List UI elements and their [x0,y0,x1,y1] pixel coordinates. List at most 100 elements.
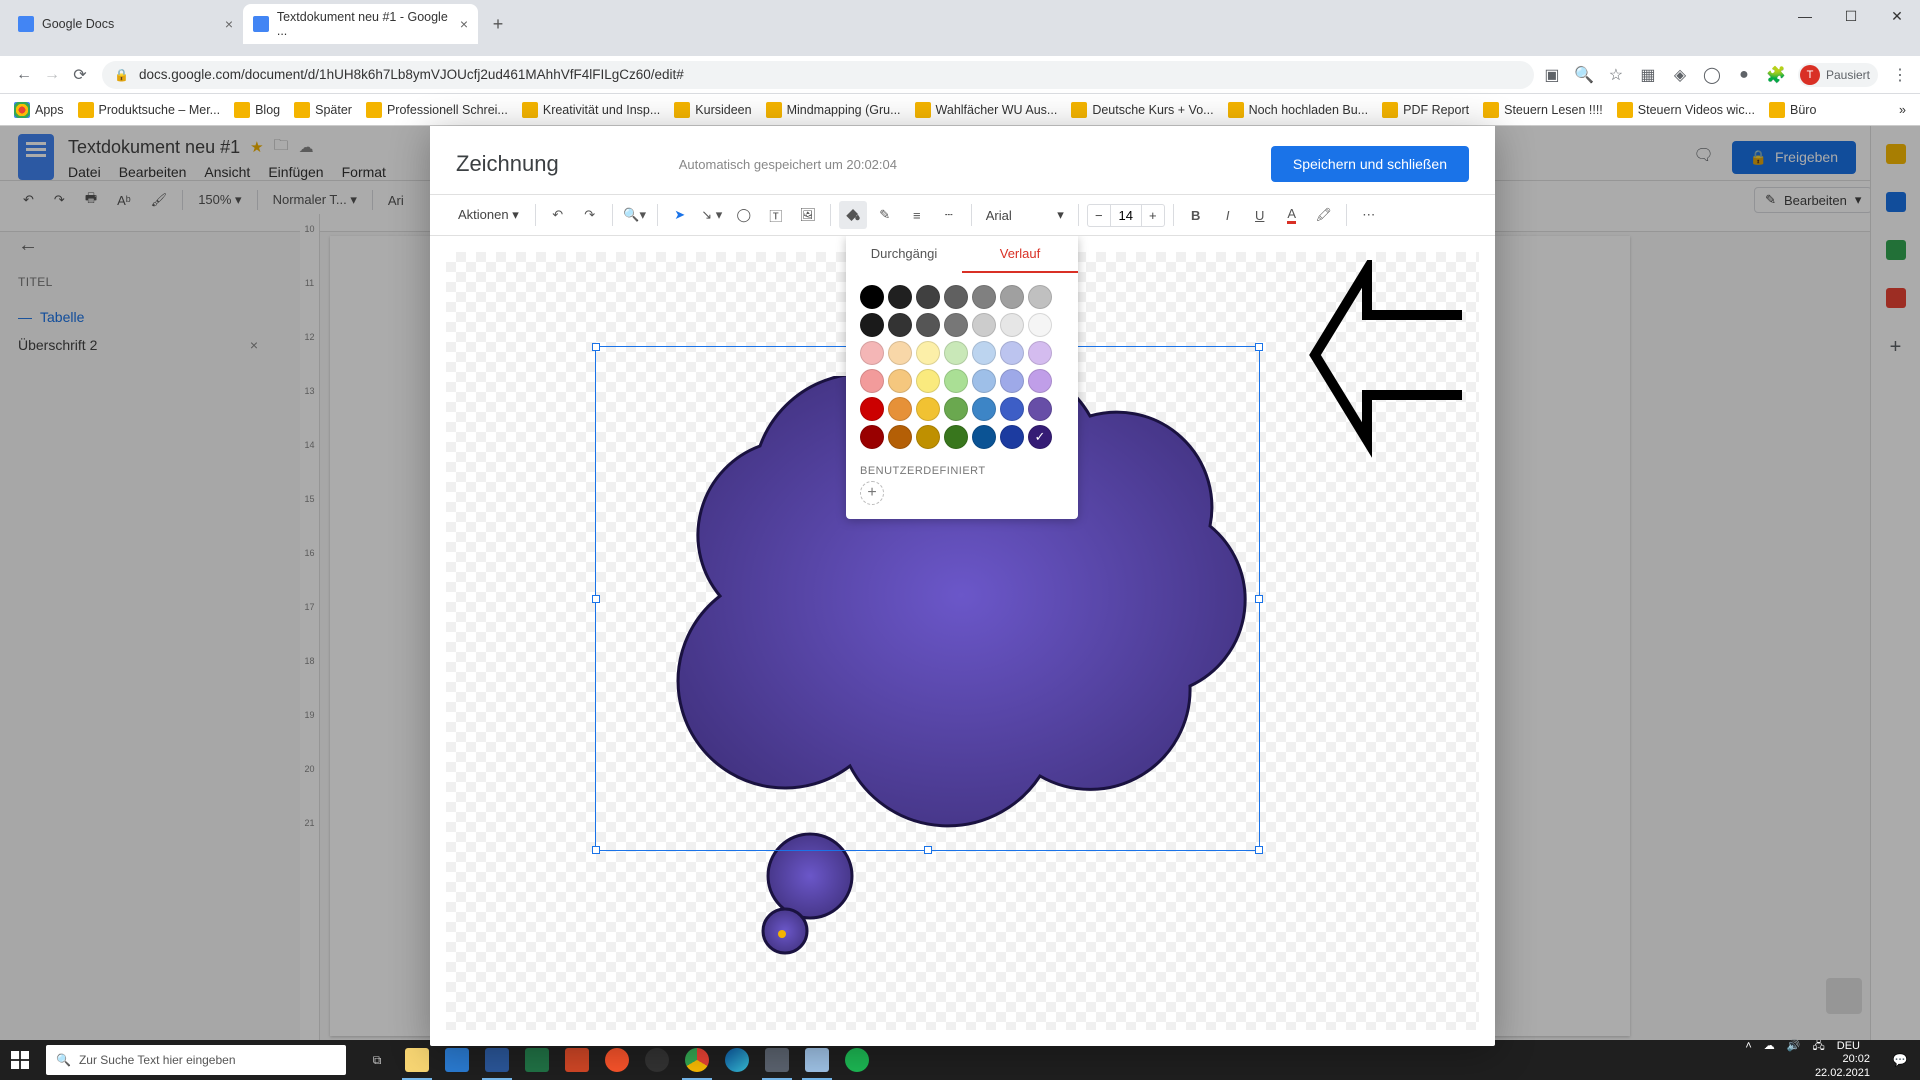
tab-solid[interactable]: Durchgängi [846,236,962,273]
color-swatch[interactable] [916,313,940,337]
color-swatch[interactable] [860,313,884,337]
color-swatch[interactable] [1028,425,1052,449]
resize-handle[interactable] [1255,343,1263,351]
bookmark-item[interactable]: Wahlfächer WU Aus... [915,102,1058,118]
increase-font-icon[interactable]: + [1142,208,1164,223]
font-size-input[interactable] [1110,205,1142,226]
bookmark-item[interactable]: Mindmapping (Gru... [766,102,901,118]
color-swatch[interactable] [860,397,884,421]
zoom-icon[interactable]: 🔍▾ [621,201,649,229]
color-swatch[interactable] [916,341,940,365]
resize-handle[interactable] [592,595,600,603]
color-swatch[interactable] [1000,369,1024,393]
resize-handle[interactable] [1255,846,1263,854]
extensions-puzzle-icon[interactable]: 🧩 [1766,65,1786,85]
color-swatch[interactable] [860,341,884,365]
resize-handle[interactable] [1255,595,1263,603]
color-swatch[interactable] [972,369,996,393]
taskbar-app-excel[interactable] [518,1040,556,1080]
profile-paused-badge[interactable]: T Pausiert [1798,63,1878,87]
color-swatch[interactable] [1028,313,1052,337]
font-size-stepper[interactable]: − + [1087,204,1165,227]
taskbar-app-edge[interactable] [718,1040,756,1080]
color-swatch[interactable] [888,425,912,449]
taskbar-app-explorer[interactable] [398,1040,436,1080]
extension-icon[interactable]: ◈ [1670,65,1690,85]
bookmark-item[interactable]: Steuern Videos wic... [1617,102,1755,118]
add-custom-color-icon[interactable]: + [860,481,884,505]
border-weight-icon[interactable]: ≡ [903,201,931,229]
bookmark-item[interactable]: Steuern Lesen !!!! [1483,102,1603,118]
color-swatch[interactable] [888,313,912,337]
color-swatch[interactable] [888,397,912,421]
extension-icon[interactable]: ▦ [1638,65,1658,85]
text-color-icon[interactable]: A [1278,201,1306,229]
color-swatch[interactable] [972,313,996,337]
border-color-icon[interactable]: ✎ [871,201,899,229]
taskbar-app-chrome[interactable] [678,1040,716,1080]
arrow-shape[interactable] [1307,260,1467,460]
taskbar-app-brave[interactable] [598,1040,636,1080]
taskbar-app-obs[interactable] [638,1040,676,1080]
start-button[interactable] [0,1040,40,1080]
bold-icon[interactable]: B [1182,201,1210,229]
redo-icon[interactable]: ↷ [576,201,604,229]
font-family-select[interactable]: Arial▾ [980,207,1070,223]
address-bar[interactable]: 🔒 docs.google.com/document/d/1hUH8k6h7Lb… [102,61,1534,89]
bookmark-item[interactable]: Später [294,102,352,118]
color-swatch[interactable] [944,341,968,365]
border-dash-icon[interactable]: ┄ [935,201,963,229]
color-swatch[interactable] [916,369,940,393]
undo-icon[interactable]: ↶ [544,201,572,229]
tray-volume-icon[interactable]: 🔊 [1787,1040,1801,1053]
clock-date[interactable]: 22.02.2021 [1735,1067,1870,1080]
resize-handle[interactable] [592,846,600,854]
taskbar-app-spotify[interactable] [838,1040,876,1080]
bookmark-item[interactable]: Blog [234,102,280,118]
color-swatch[interactable] [944,285,968,309]
bookmarks-overflow-icon[interactable]: » [1899,103,1906,117]
color-swatch[interactable] [972,285,996,309]
color-swatch[interactable] [1000,397,1024,421]
color-swatch[interactable] [944,425,968,449]
bookmark-item[interactable]: Büro [1769,102,1816,118]
decrease-font-icon[interactable]: − [1088,208,1110,223]
fill-color-icon[interactable] [839,201,867,229]
color-swatch[interactable] [944,397,968,421]
color-swatch[interactable] [1028,341,1052,365]
bookmark-item[interactable]: Produktsuche – Mer... [78,102,221,118]
shape-tool-icon[interactable]: ◯ [730,201,758,229]
highlight-color-icon[interactable]: 🖍 [1310,201,1338,229]
taskbar-search[interactable]: 🔍 Zur Suche Text hier eingeben [46,1045,346,1075]
bookmark-star-icon[interactable]: ☆ [1606,65,1626,85]
color-swatch[interactable] [860,425,884,449]
color-swatch[interactable] [888,285,912,309]
nav-reload-icon[interactable]: ⟳ [66,61,94,89]
bookmark-item[interactable]: PDF Report [1382,102,1469,118]
apps-shortcut[interactable]: Apps [14,102,64,118]
browser-tab[interactable]: Google Docs × [8,10,243,38]
tray-chevron-icon[interactable]: ˄ [1745,1040,1751,1053]
color-swatch[interactable] [1000,425,1024,449]
bookmark-item[interactable]: Noch hochladen Bu... [1228,102,1369,118]
actions-menu[interactable]: Aktionen ▾ [450,207,527,223]
bookmark-item[interactable]: Kursideen [674,102,751,118]
line-tool-icon[interactable]: ↘ ▾ [698,201,726,229]
textbox-tool-icon[interactable]: 🅃 [762,201,790,229]
save-and-close-button[interactable]: Speichern und schließen [1271,146,1469,182]
color-swatch[interactable] [916,425,940,449]
color-swatch[interactable] [944,313,968,337]
window-close[interactable]: ✕ [1874,0,1920,32]
bookmark-item[interactable]: Professionell Schrei... [366,102,508,118]
color-swatch[interactable] [916,397,940,421]
color-swatch[interactable] [1028,369,1052,393]
close-tab-icon[interactable]: × [225,16,233,32]
task-view-icon[interactable]: ⧉ [358,1040,396,1080]
cast-icon[interactable]: ▣ [1542,65,1562,85]
more-icon[interactable]: ⋯ [1355,201,1383,229]
window-maximize[interactable]: ☐ [1828,0,1874,32]
color-swatch[interactable] [888,341,912,365]
clock-time[interactable]: 20:02 [1735,1053,1870,1066]
taskbar-app-edge-legacy[interactable] [438,1040,476,1080]
color-swatch[interactable] [972,425,996,449]
